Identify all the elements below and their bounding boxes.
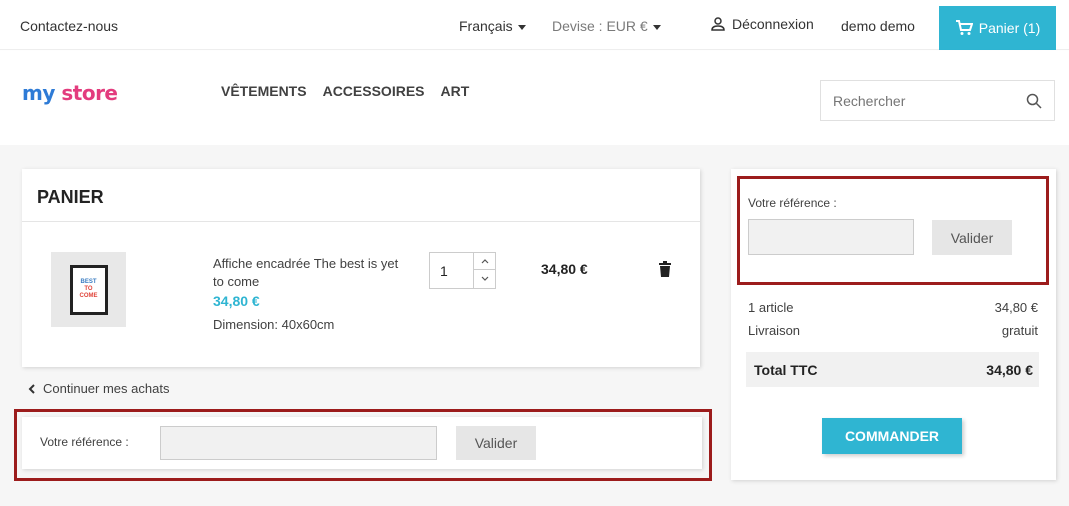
- logo-part1: my: [22, 81, 55, 105]
- quantity-value[interactable]: 1: [440, 263, 448, 279]
- continue-label: Continuer mes achats: [43, 381, 170, 396]
- poster-image: BEST TO COME: [69, 264, 108, 315]
- chevron-left-icon: [28, 383, 35, 394]
- total-label: Total TTC: [754, 361, 818, 378]
- logout-link[interactable]: Déconnexion: [710, 16, 814, 32]
- poster-word: BEST: [80, 279, 97, 285]
- product-thumbnail[interactable]: BEST TO COME: [51, 252, 126, 327]
- quantity-down-button[interactable]: [474, 270, 495, 287]
- divider: [22, 221, 700, 222]
- total-row: Total TTC 34,80 €: [746, 352, 1039, 387]
- cart-button[interactable]: Panier (1): [939, 6, 1056, 50]
- chevron-down-icon: [517, 24, 526, 30]
- cart-panel: PANIER BEST TO COME Affiche encadrée The…: [22, 169, 700, 367]
- logo-part2: store: [61, 81, 118, 105]
- shipping-row: Livraison gratuit: [748, 323, 1038, 338]
- continue-shopping-link[interactable]: Continuer mes achats: [28, 381, 169, 396]
- main-header: my store VÊTEMENTS ACCESSOIRES ART: [0, 51, 1069, 145]
- menu-item-accessories[interactable]: ACCESSOIRES: [323, 83, 425, 99]
- items-value: 34,80 €: [994, 300, 1038, 315]
- shipping-label: Livraison: [748, 323, 801, 338]
- page-title: PANIER: [37, 187, 104, 207]
- chevron-down-icon: [481, 276, 488, 281]
- top-bar: Contactez-nous Français Devise : EUR € D…: [0, 0, 1069, 50]
- line-total: 34,80 €: [541, 261, 588, 277]
- search-icon[interactable]: [1026, 93, 1042, 109]
- highlight-frame: [737, 176, 1049, 285]
- product-name[interactable]: Affiche encadrée The best is yet to come: [213, 255, 403, 291]
- currency-selector[interactable]: Devise : EUR €: [552, 18, 661, 34]
- total-value: 34,80 €: [986, 361, 1033, 378]
- poster-word: TO: [84, 286, 93, 292]
- shipping-value: gratuit: [1001, 323, 1038, 338]
- store-logo[interactable]: my store: [22, 81, 118, 105]
- search-box: [820, 80, 1055, 121]
- items-row: 1 article 34,80 €: [748, 300, 1038, 315]
- quantity-stepper[interactable]: 1: [429, 252, 496, 289]
- language-label: Français: [459, 18, 513, 34]
- language-selector[interactable]: Français: [459, 18, 526, 34]
- checkout-button[interactable]: COMMANDER: [822, 418, 962, 454]
- logout-label: Déconnexion: [732, 16, 814, 32]
- menu-item-clothes[interactable]: VÊTEMENTS: [221, 83, 307, 99]
- product-attribute: Dimension: 40x60cm: [213, 317, 335, 332]
- chevron-down-icon: [652, 24, 661, 30]
- user-icon: [711, 17, 725, 31]
- main-menu: VÊTEMENTS ACCESSOIRES ART: [221, 83, 469, 99]
- chevron-up-icon: [481, 258, 488, 263]
- cart-label: Panier (1): [978, 20, 1041, 36]
- account-link[interactable]: demo demo: [841, 18, 915, 34]
- highlight-frame: [14, 409, 712, 481]
- trash-icon[interactable]: [659, 261, 671, 277]
- search-input[interactable]: [833, 92, 1023, 109]
- contact-link[interactable]: Contactez-nous: [20, 18, 118, 34]
- quantity-spinner: [473, 253, 495, 288]
- product-price: 34,80 €: [213, 293, 260, 309]
- poster-word: COME: [79, 293, 98, 299]
- shopping-cart-icon: [955, 20, 973, 35]
- menu-item-art[interactable]: ART: [441, 83, 470, 99]
- quantity-up-button[interactable]: [474, 253, 495, 270]
- items-label: 1 article: [748, 300, 794, 315]
- currency-label: Devise : EUR €: [552, 18, 648, 34]
